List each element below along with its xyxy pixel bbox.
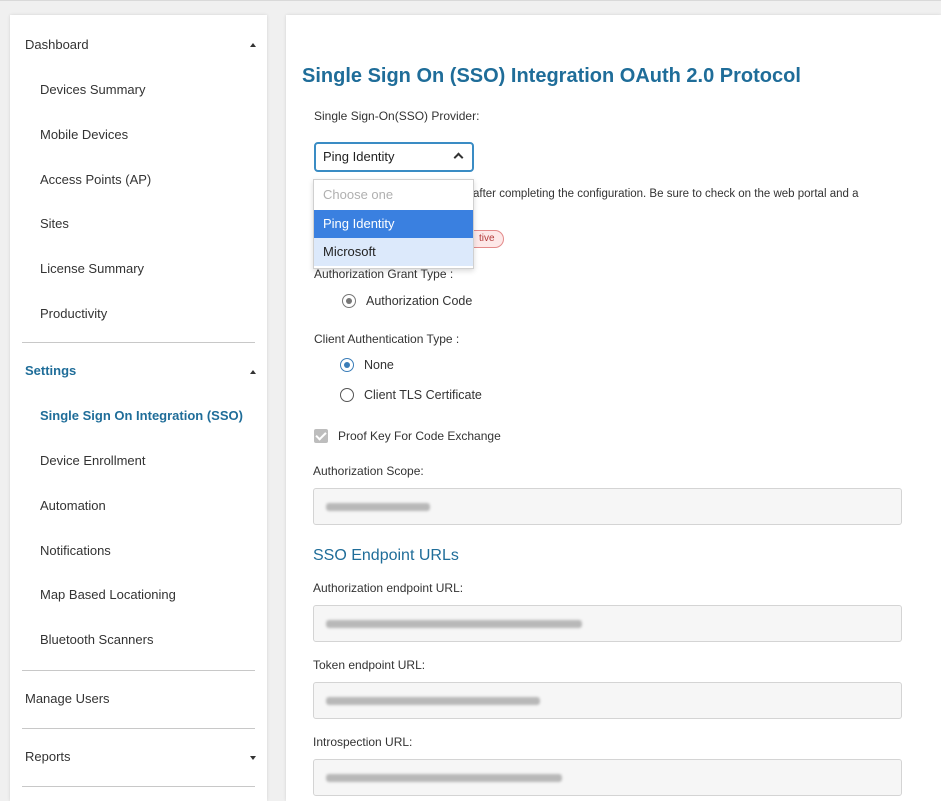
sidebar-item-sso[interactable]: Single Sign On Integration (SSO) [40,404,243,428]
sso-config-panel: Single Sign On (SSO) Integration OAuth 2… [286,15,941,801]
client-auth-none-radio[interactable] [340,358,354,372]
provider-select[interactable]: Ping Identity [314,142,474,172]
sidebar-divider [22,342,255,343]
redacted-value [326,503,430,511]
redacted-value [326,774,562,782]
sidebar-item-map-locationing[interactable]: Map Based Locationing [40,583,176,607]
redacted-value [326,620,582,628]
sidebar-item-reports[interactable]: Reports [25,745,71,769]
chevron-down-icon[interactable] [250,756,256,760]
chevron-up-icon[interactable] [250,43,256,47]
grant-type-option-label: Authorization Code [366,294,473,308]
page-title: Single Sign On (SSO) Integration OAuth 2… [302,65,801,87]
config-note: after completing the configuration. Be s… [473,188,859,200]
introspection-label: Introspection URL: [313,735,413,749]
client-auth-tls-radio[interactable] [340,388,354,402]
pkce-checkbox[interactable] [314,429,328,443]
sidebar-item-productivity[interactable]: Productivity [40,302,107,326]
sidebar-item-device-enrollment[interactable]: Device Enrollment [40,449,146,473]
provider-label: Single Sign-On(SSO) Provider: [314,109,480,123]
provider-select-value: Ping Identity [323,149,395,164]
sidebar-item-sites[interactable]: Sites [40,212,69,236]
client-auth-none-label: None [364,358,394,372]
sidebar-item-access-points[interactable]: Access Points (AP) [40,168,151,192]
sidebar-divider [22,670,255,671]
grant-type-label: Authorization Grant Type : [314,267,454,281]
sidebar-item-manage-users[interactable]: Manage Users [25,687,110,711]
client-auth-label: Client Authentication Type : [314,332,460,346]
sidebar-item-settings[interactable]: Settings [25,359,76,383]
sidebar-item-bluetooth-scanners[interactable]: Bluetooth Scanners [40,628,153,652]
sidebar-item-dashboard[interactable]: Dashboard [25,33,89,57]
sidebar: Dashboard Devices Summary Mobile Devices… [10,15,267,801]
sidebar-item-mobile-devices[interactable]: Mobile Devices [40,123,128,147]
sidebar-item-automation[interactable]: Automation [40,494,106,518]
chevron-up-icon[interactable] [250,370,256,374]
option-ping-identity[interactable]: Ping Identity [314,210,473,238]
provider-dropdown: Choose one Ping Identity Microsoft [313,179,474,269]
auth-endpoint-label: Authorization endpoint URL: [313,581,464,595]
token-endpoint-input[interactable] [313,682,902,719]
sidebar-divider [22,786,255,787]
scope-input[interactable] [313,488,902,525]
endpoints-section-title: SSO Endpoint URLs [313,547,459,564]
option-microsoft[interactable]: Microsoft [314,238,473,266]
auth-endpoint-input[interactable] [313,605,902,642]
client-auth-tls-label: Client TLS Certificate [364,388,482,402]
redacted-value [326,697,540,705]
pkce-label: Proof Key For Code Exchange [338,429,501,443]
token-endpoint-label: Token endpoint URL: [313,658,426,672]
introspection-input[interactable] [313,759,902,796]
sidebar-item-notifications[interactable]: Notifications [40,539,111,563]
sidebar-divider [22,728,255,729]
chevron-up-icon [453,152,464,163]
dropdown-placeholder: Choose one [323,187,394,202]
window-top-border [0,0,941,1]
sidebar-item-devices-summary[interactable]: Devices Summary [40,78,145,102]
grant-type-radio[interactable] [342,294,356,308]
sidebar-item-license-summary[interactable]: License Summary [40,257,144,281]
scope-label: Authorization Scope: [313,464,424,478]
